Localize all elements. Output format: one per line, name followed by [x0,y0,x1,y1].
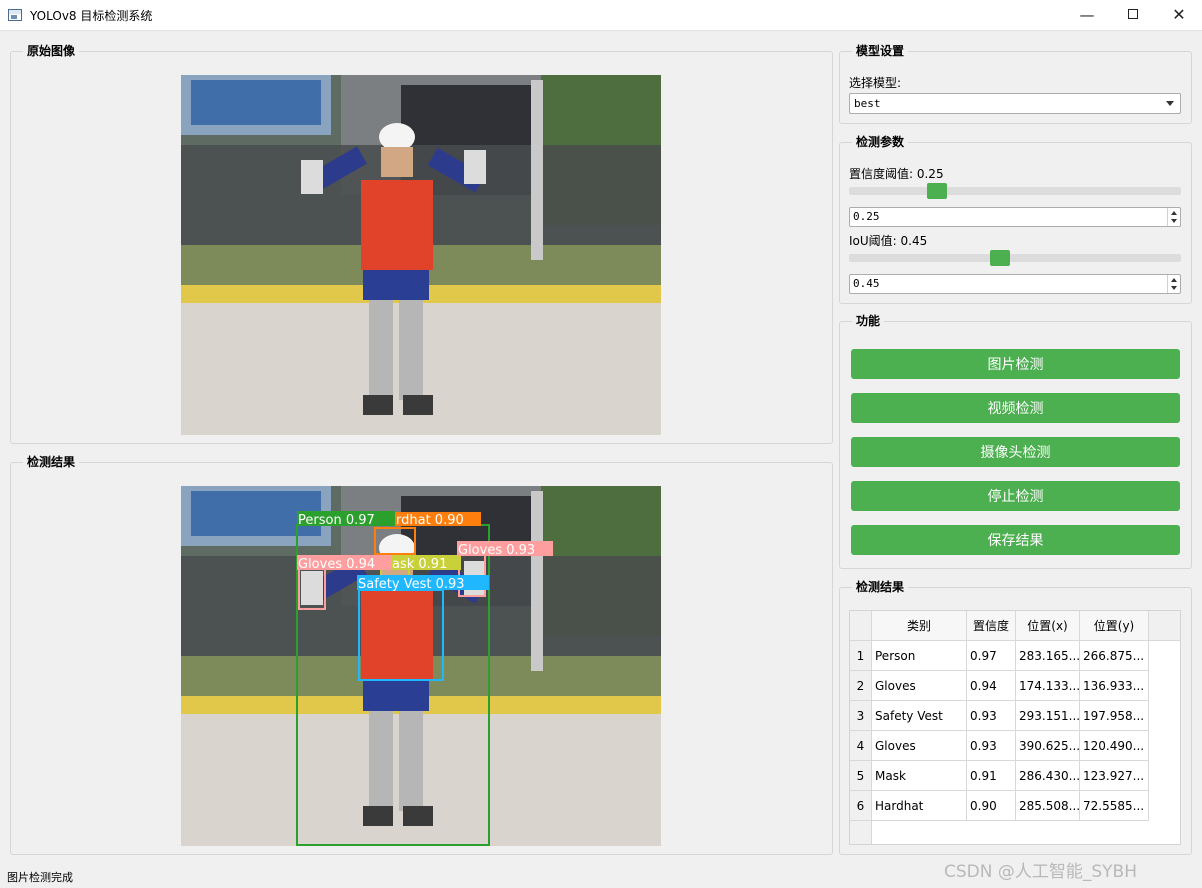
original-image-title: 原始图像 [23,43,80,59]
confidence-slider-handle[interactable] [927,183,947,199]
table-cell-position-x[interactable]: 286.430... [1016,761,1080,791]
confidence-spinbox[interactable]: 0.25 [849,207,1181,227]
arrow-down-icon[interactable] [1171,219,1177,223]
table-cell-confidence[interactable]: 0.93 [967,731,1016,761]
result-image-title: 检测结果 [23,454,80,470]
table-cell-class[interactable]: Gloves [872,671,967,701]
table-cell-position-y[interactable]: 136.933... [1080,671,1149,701]
select-model-label: 选择模型: [849,76,902,90]
video-detect-button[interactable]: 视频检测 [851,393,1180,423]
row-header[interactable]: 6 [850,791,872,821]
column-header-position-x[interactable]: 位置(x) [1016,611,1080,641]
minimize-button[interactable]: — [1064,0,1110,31]
row-header[interactable]: 4 [850,731,872,761]
table-cell-confidence[interactable]: 0.91 [967,761,1016,791]
iou-threshold-label: IoU阈值: 0.45 [849,234,928,248]
column-header-position-y[interactable]: 位置(y) [1080,611,1149,641]
table-cell-position-x[interactable]: 390.625... [1016,731,1080,761]
confidence-spinbox-buttons[interactable] [1167,208,1180,226]
table-cell-position-y[interactable]: 120.490... [1080,731,1149,761]
model-select[interactable]: best [849,93,1181,114]
detection-label-person: Person 0.97 [298,513,375,528]
table-cell-position-x[interactable]: 283.165... [1016,641,1080,671]
table-cell-confidence[interactable]: 0.97 [967,641,1016,671]
iou-spinbox[interactable]: 0.45 [849,274,1181,294]
original-photo-scene [181,75,661,435]
app-window-icon [8,9,22,21]
detection-label-hardhat: rdhat 0.90 [396,513,464,528]
original-image [181,75,661,435]
iou-slider-handle[interactable] [990,250,1010,266]
confidence-slider[interactable] [849,187,1181,195]
iou-spinbox-value: 0.45 [853,277,880,290]
arrow-down-icon[interactable] [1171,286,1177,290]
row-header[interactable]: 2 [850,671,872,701]
table-corner[interactable] [850,611,872,641]
table-cell-position-y[interactable]: 123.927... [1080,761,1149,791]
row-header[interactable]: 1 [850,641,872,671]
watermark-text: CSDN @人工智能_SYBH [944,862,1137,882]
iou-spinbox-buttons[interactable] [1167,275,1180,293]
table-cell-class[interactable]: Safety Vest [872,701,967,731]
title-bar: YOLOv8 目标检测系统 — ✕ [0,0,1202,31]
table-cell-class[interactable]: Gloves [872,731,967,761]
status-bar-text: 图片检测完成 [7,871,73,884]
table-cell-class[interactable]: Hardhat [872,791,967,821]
stop-detect-button[interactable]: 停止检测 [851,481,1180,511]
results-table-title: 检测结果 [852,579,909,595]
table-cell-position-x[interactable]: 285.508... [1016,791,1080,821]
table-cell-confidence[interactable]: 0.90 [967,791,1016,821]
table-header-filler [1149,611,1180,641]
detection-params-title: 检测参数 [852,134,909,150]
table-cell-position-y[interactable]: 266.875... [1080,641,1149,671]
detection-label-safety-vest: Safety Vest 0.93 [358,577,465,592]
detection-label-gloves-right: Gloves 0.93 [458,543,535,558]
iou-slider[interactable] [849,254,1181,262]
table-cell-position-x[interactable]: 293.151... [1016,701,1080,731]
row-header[interactable]: 5 [850,761,872,791]
table-cell-confidence[interactable]: 0.93 [967,701,1016,731]
arrow-up-icon[interactable] [1171,211,1177,215]
detection-label-gloves-left: Gloves 0.94 [298,557,375,572]
maximize-button[interactable] [1110,0,1156,31]
detection-label-mask: ask 0.91 [392,557,447,572]
function-title: 功能 [852,313,885,329]
arrow-up-icon[interactable] [1171,278,1177,282]
column-header-class[interactable]: 类别 [872,611,967,641]
model-settings-title: 模型设置 [852,43,909,59]
window-title: YOLOv8 目标检测系统 [30,9,153,23]
table-cell-position-x[interactable]: 174.133... [1016,671,1080,701]
table-cell-class[interactable]: Person [872,641,967,671]
camera-detect-button[interactable]: 摄像头检测 [851,437,1180,467]
result-photo-scene: Person 0.97 rdhat 0.90 Gloves 0.94 ask 0… [181,486,661,846]
model-select-value: best [854,97,881,110]
column-header-confidence[interactable]: 置信度 [967,611,1016,641]
table-cell-class[interactable]: Mask [872,761,967,791]
image-detect-button[interactable]: 图片检测 [851,349,1180,379]
table-cell-confidence[interactable]: 0.94 [967,671,1016,701]
confidence-threshold-label: 置信度阈值: 0.25 [849,167,944,181]
table-cell-position-y[interactable]: 197.958... [1080,701,1149,731]
row-header[interactable]: 3 [850,701,872,731]
save-result-button[interactable]: 保存结果 [851,525,1180,555]
confidence-spinbox-value: 0.25 [853,210,880,223]
table-cell-position-y[interactable]: 72.5585... [1080,791,1149,821]
close-button[interactable]: ✕ [1156,0,1202,31]
maximize-icon [1128,9,1138,19]
results-table[interactable]: 类别 置信度 位置(x) 位置(y) 1 Person 0.97 283.165… [849,610,1181,845]
chevron-down-icon [1166,101,1174,106]
row-header-empty [850,821,872,844]
result-image: Person 0.97 rdhat 0.90 Gloves 0.94 ask 0… [181,486,661,846]
